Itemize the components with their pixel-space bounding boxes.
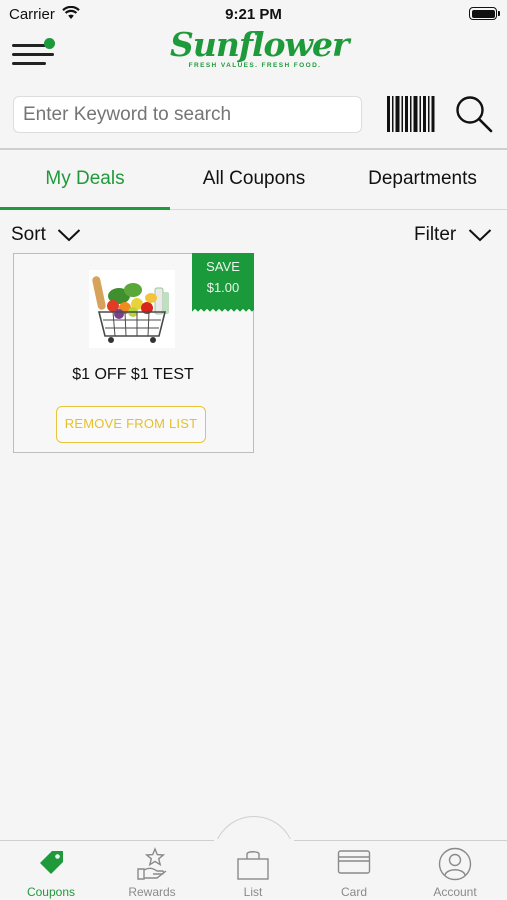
chevron-down-icon <box>468 229 491 242</box>
search-button[interactable] <box>454 94 494 134</box>
card-icon <box>337 850 371 874</box>
tab-departments[interactable]: Departments <box>338 150 507 210</box>
rewards-hand-star-icon <box>137 847 167 880</box>
nav-card[interactable]: Card <box>304 841 404 900</box>
remove-from-list-button[interactable]: REMOVE FROM LIST <box>56 406 206 443</box>
tab-my-deals[interactable]: My Deals <box>0 150 170 210</box>
barcode-icon <box>387 96 435 132</box>
grocery-basket-image <box>89 270 175 348</box>
sort-button[interactable]: Sort <box>11 224 81 250</box>
barcode-scan-button[interactable] <box>386 95 436 133</box>
search-icon <box>456 96 493 133</box>
filter-label: Filter <box>414 224 457 245</box>
hamburger-icon <box>12 44 46 47</box>
tag-icon <box>40 851 63 874</box>
nav-label: Rewards <box>128 885 176 899</box>
search-input[interactable] <box>13 96 362 133</box>
clock: 9:21 PM <box>225 6 282 23</box>
save-badge: SAVE $1.00 <box>192 253 254 313</box>
nav-label: Card <box>340 885 367 899</box>
save-amount: $1.00 <box>206 280 240 295</box>
filter-button[interactable]: Filter <box>414 224 492 250</box>
coupon-card[interactable]: SAVE $1.00 $1 OFF $1 TEST REMOVE FROM LI… <box>13 253 254 453</box>
logo-wordmark: Sunflower <box>170 25 349 64</box>
sunflower-logo: Sunflower FRESH VALUES. FRESH FOOD. <box>170 25 349 76</box>
battery-icon <box>469 7 500 20</box>
nav-label: Coupons <box>26 885 76 899</box>
nav-label: Account <box>433 885 477 899</box>
sort-label: Sort <box>11 224 46 245</box>
nav-hump-seam <box>214 839 294 842</box>
bottom-nav: Coupons Rewards List Card Account <box>0 840 507 900</box>
menu-button[interactable] <box>12 38 58 70</box>
nav-coupons[interactable]: Coupons <box>1 841 101 900</box>
nav-account[interactable]: Account <box>405 841 505 900</box>
notification-dot <box>44 38 55 49</box>
nav-rewards[interactable]: Rewards <box>102 841 202 900</box>
nav-label: List <box>243 885 263 899</box>
tab-all-coupons[interactable]: All Coupons <box>170 150 338 210</box>
coupon-title: $1 OFF $1 TEST <box>72 366 194 383</box>
chevron-down-icon <box>57 229 81 242</box>
basket-list-icon <box>237 851 269 880</box>
save-label: SAVE <box>206 259 240 274</box>
logo-tagline: FRESH VALUES. FRESH FOOD. <box>188 62 322 69</box>
account-icon <box>438 847 472 881</box>
nav-list[interactable]: List <box>203 841 303 900</box>
active-tab-indicator <box>0 207 170 210</box>
tab-bar: My Deals All Coupons Departments <box>0 150 507 210</box>
